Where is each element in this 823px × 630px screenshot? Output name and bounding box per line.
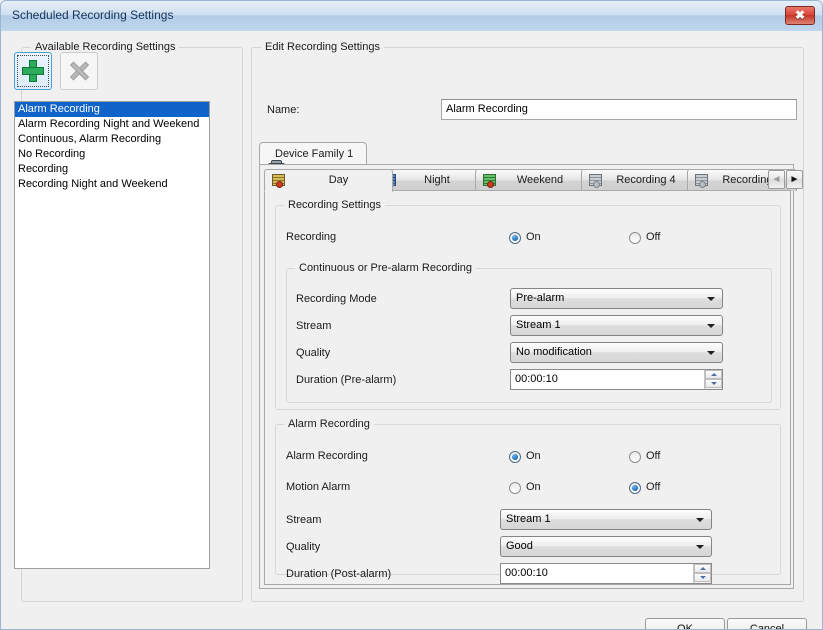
tab-device-family-1[interactable]: Device Family 1 <box>259 142 368 171</box>
duration-prealarm-label: Duration (Pre-alarm) <box>296 374 397 386</box>
name-input[interactable]: Alarm Recording <box>441 99 797 120</box>
list-item[interactable]: No Recording <box>15 147 209 162</box>
radio-dot-icon <box>512 454 518 460</box>
device-family-tabstrip: Device Family 1 <box>259 142 368 171</box>
chevron-down-icon <box>707 297 715 301</box>
duration-postalarm-label: Duration (Post-alarm) <box>286 568 392 580</box>
recording-mode-combo[interactable]: Pre-alarm <box>510 288 723 309</box>
alarm-recording-group: Alarm Recording Alarm Recording On Off M… <box>275 418 781 584</box>
list-item[interactable]: Recording <box>15 162 209 177</box>
list-item[interactable]: Alarm Recording Night and Weekend <box>15 117 209 132</box>
list-item[interactable]: Continuous, Alarm Recording <box>15 132 209 147</box>
triangle-down-icon <box>710 382 717 385</box>
quality-value: No modification <box>516 346 592 358</box>
alarm-recording-on-label: On <box>526 450 541 462</box>
radio-dot-icon <box>632 485 638 491</box>
continuous-prealarm-group: Continuous or Pre-alarm Recording Record… <box>286 262 772 403</box>
radio-circle-icon <box>509 482 521 494</box>
stream-combo[interactable]: Stream 1 <box>510 315 723 336</box>
plus-icon <box>22 60 44 82</box>
dialog-window: Scheduled Recording Settings ✖ Available… <box>0 0 823 630</box>
add-recording-setting-button[interactable] <box>14 52 52 90</box>
available-group-title: Available Recording Settings <box>31 41 180 53</box>
edit-group-title: Edit Recording Settings <box>261 41 384 53</box>
triangle-up-icon <box>710 373 717 376</box>
duration-prealarm-field[interactable]: 00:00:10 <box>510 369 723 390</box>
tab-recording-4-label: Recording 4 <box>616 174 676 186</box>
dialog-client-area: Available Recording Settings Alarm Recor… <box>1 31 822 629</box>
recording-settings-group: Recording Settings Recording On Off Cont… <box>275 199 781 410</box>
stream-label: Stream <box>296 320 332 332</box>
alarm-quality-combo[interactable]: Good <box>500 536 712 557</box>
tab-day-label: Day <box>328 174 349 186</box>
radio-circle-icon <box>629 451 641 463</box>
recording-settings-title: Recording Settings <box>284 199 385 211</box>
tab-device-family-1-label: Device Family 1 <box>275 148 354 160</box>
duration-postalarm-field[interactable]: 00:00:10 <box>500 563 712 584</box>
alarm-recording-label: Alarm Recording <box>286 450 368 462</box>
alarm-recording-off-label: Off <box>646 450 661 462</box>
duration-prealarm-value: 00:00:10 <box>515 373 558 385</box>
recording-mode-label: Recording Mode <box>296 293 377 305</box>
name-label: Name: <box>267 104 300 116</box>
available-recording-settings-list[interactable]: Alarm Recording Alarm Recording Night an… <box>14 101 210 569</box>
recording-on-label: On <box>526 231 541 243</box>
alarm-stream-combo[interactable]: Stream 1 <box>500 509 712 530</box>
motion-alarm-label: Motion Alarm <box>286 481 351 493</box>
spinner-up-button[interactable] <box>694 564 711 573</box>
recording-mode-value: Pre-alarm <box>516 292 565 304</box>
tab-scroll-right-button[interactable]: ► <box>786 170 803 189</box>
motion-alarm-off-label: Off <box>646 481 661 493</box>
motion-alarm-on-label: On <box>526 481 541 493</box>
list-item[interactable]: Alarm Recording <box>15 102 209 117</box>
schedule-tabstrip: Day Night Weekend Recording 4 Recording … <box>264 169 803 192</box>
device-family-tab-panel: Day Night Weekend Recording 4 Recording … <box>259 164 803 589</box>
tab-day[interactable]: Day <box>264 169 393 192</box>
chevron-left-icon: ◄ <box>771 174 782 185</box>
alarm-stream-label: Stream <box>286 514 322 526</box>
chevron-down-icon <box>696 518 704 522</box>
duration-prealarm-spinner <box>704 370 722 389</box>
radio-circle-icon <box>629 232 641 244</box>
x-icon <box>69 61 89 81</box>
radio-dot-icon <box>512 235 518 241</box>
tab-recording-4[interactable]: Recording 4 <box>581 169 691 191</box>
title-bar: Scheduled Recording Settings ✖ <box>1 1 822 32</box>
recording-label: Recording <box>286 231 337 243</box>
list-item[interactable]: Recording Night and Weekend <box>15 177 209 192</box>
continuous-prealarm-title: Continuous or Pre-alarm Recording <box>295 262 477 274</box>
alarm-recording-title: Alarm Recording <box>284 418 374 430</box>
cancel-button[interactable]: Cancel <box>727 618 807 629</box>
chevron-down-icon <box>707 351 715 355</box>
delete-recording-setting-button[interactable] <box>60 52 98 90</box>
alarm-quality-label: Quality <box>286 541 321 553</box>
alarm-stream-value: Stream 1 <box>506 513 551 525</box>
quality-combo[interactable]: No modification <box>510 342 723 363</box>
tab-night-label: Night <box>424 174 450 186</box>
chevron-right-icon: ► <box>789 174 800 185</box>
window-title: Scheduled Recording Settings <box>12 8 174 22</box>
triangle-up-icon <box>699 567 706 570</box>
close-icon: ✖ <box>794 8 806 22</box>
alarm-quality-value: Good <box>506 540 533 552</box>
chevron-down-icon <box>707 324 715 328</box>
stream-value: Stream 1 <box>516 319 561 331</box>
chevron-down-icon <box>696 545 704 549</box>
schedule-tab-page: Recording Settings Recording On Off Cont… <box>264 190 791 585</box>
spinner-down-button[interactable] <box>705 379 722 388</box>
tab-scroll-left-button[interactable]: ◄ <box>768 170 785 189</box>
duration-postalarm-value: 00:00:10 <box>505 567 548 579</box>
spinner-down-button[interactable] <box>694 573 711 582</box>
tab-weekend[interactable]: Weekend <box>475 169 585 191</box>
spinner-up-button[interactable] <box>705 370 722 379</box>
duration-postalarm-spinner <box>693 564 711 583</box>
tab-weekend-label: Weekend <box>516 174 564 186</box>
close-button[interactable]: ✖ <box>785 6 815 25</box>
triangle-down-icon <box>699 576 706 579</box>
quality-label: Quality <box>296 347 331 359</box>
recording-off-label: Off <box>646 231 661 243</box>
ok-button[interactable]: OK <box>645 618 725 629</box>
